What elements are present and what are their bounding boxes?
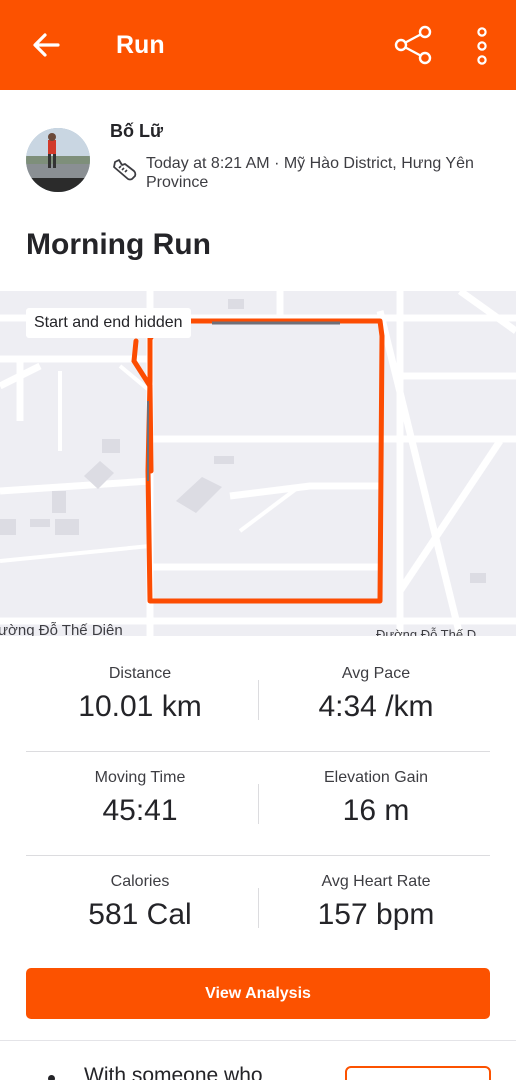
stat-label: Moving Time [94, 769, 186, 786]
athlete-header: Bố Lữ Today at 8:21 AM · Mỹ Hào District… [26, 120, 496, 200]
stats-grid: Distance 10.01 km Avg Pace 4:34 /km Movi… [26, 648, 490, 960]
suggestion-text: With someone who [84, 1064, 263, 1080]
stat-value: 4:34 /km [318, 690, 434, 723]
stat-label: Avg Heart Rate [321, 873, 431, 890]
stat-value: 45:41 [102, 794, 178, 827]
stat-divider [258, 680, 259, 720]
suggestion-button[interactable] [345, 1066, 491, 1080]
stat-avg-pace: Avg Pace 4:34 /km [262, 664, 490, 726]
stat-row: Distance 10.01 km Avg Pace 4:34 /km [26, 648, 490, 752]
stat-calories: Calories 581 Cal [26, 872, 254, 934]
back-arrow-icon[interactable] [28, 27, 64, 63]
street-label-left: ường Đỗ Thế Diên [0, 622, 123, 636]
view-analysis-button[interactable]: View Analysis [26, 968, 490, 1019]
stat-row: Calories 581 Cal Avg Heart Rate 157 bpm [26, 856, 490, 960]
stat-label: Calories [110, 873, 170, 890]
stat-label: Distance [108, 665, 172, 682]
stat-value: 16 m [342, 794, 410, 827]
privacy-badge: Start and end hidden [26, 308, 191, 338]
shoe-icon [113, 159, 137, 181]
stat-label: Avg Pace [341, 665, 411, 682]
bullet-icon [48, 1075, 55, 1080]
more-vertical-icon[interactable] [470, 26, 494, 66]
avatar[interactable] [26, 128, 90, 192]
stat-value: 157 bpm [317, 898, 435, 931]
activity-meta: Today at 8:21 AM · Mỹ Hào District, Hưng… [146, 155, 474, 191]
stat-avg-heart-rate: Avg Heart Rate 157 bpm [262, 872, 490, 934]
stat-divider [258, 784, 259, 824]
athlete-name[interactable]: Bố Lữ [110, 120, 163, 142]
stat-label: Elevation Gain [323, 769, 429, 786]
map-graphic: ường Đỗ Thế Diên Đường Đỗ Thế D [0, 291, 516, 636]
stat-row: Moving Time 45:41 Elevation Gain 16 m [26, 752, 490, 856]
app-bar: Run [0, 0, 516, 90]
activity-title: Morning Run [26, 228, 211, 261]
stat-moving-time: Moving Time 45:41 [26, 768, 254, 830]
stat-value: 581 Cal [88, 898, 192, 931]
stat-elevation-gain: Elevation Gain 16 m [262, 768, 490, 830]
page-title: Run [116, 31, 165, 59]
suggestion-row: With someone who [0, 1041, 516, 1080]
street-label-right: Đường Đỗ Thế D [376, 627, 476, 636]
stat-divider [258, 888, 259, 928]
route-map[interactable]: ường Đỗ Thế Diên Đường Đỗ Thế D Start an… [0, 291, 516, 636]
share-icon[interactable] [392, 24, 434, 66]
stat-value: 10.01 km [78, 690, 202, 723]
stat-distance: Distance 10.01 km [26, 664, 254, 726]
